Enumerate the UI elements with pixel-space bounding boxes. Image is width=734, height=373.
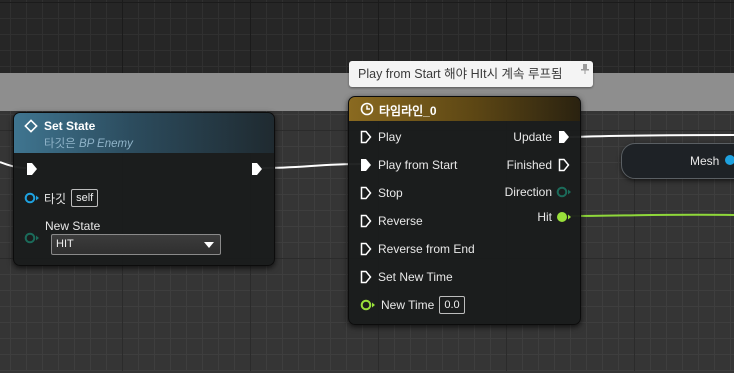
chevron-down-icon [204,242,214,248]
subtitle-prefix: 타깃은 [44,138,79,150]
input-reverse-from-end-label: Reverse from End [378,242,475,256]
output-direction[interactable]: Direction [505,182,572,202]
output-direction-label: Direction [504,185,552,199]
exec-in-pin-icon[interactable] [360,214,372,228]
exec-in-pin-icon[interactable] [360,158,372,172]
pin-icon[interactable] [581,64,589,74]
comment-bubble[interactable]: Play from Start 해야 HIt시 계속 루프됨 [349,61,593,87]
new-state-label: New State [45,219,101,233]
input-new-time[interactable]: New Time 0.0 [360,295,465,315]
input-stop-label: Stop [378,186,403,200]
exec-in-pin[interactable] [26,162,38,176]
exec-out-pin-icon[interactable] [558,130,570,144]
target-label: 타깃 [44,191,67,206]
output-finished-label: Finished [506,158,552,172]
exec-in-pin-icon[interactable] [360,186,372,200]
function-icon [24,119,38,133]
input-new-time-label: New Time [381,298,435,312]
mesh-variable-node[interactable]: Mesh [621,143,734,179]
set-state-subtitle: 타깃은 BP Enemy [44,135,133,151]
subtitle-class: BP Enemy [78,138,133,150]
set-state-node[interactable]: Set State 타깃은 BP Enemy 타깃 self New State… [13,112,275,266]
output-hit[interactable]: Hit [537,207,572,227]
object-pin-icon[interactable] [24,192,40,204]
target-value-field[interactable]: self [71,189,99,207]
output-update[interactable]: Update [513,127,570,147]
output-update-label: Update [513,130,552,144]
timeline-node[interactable]: 타임라인_0 Play Play from Start Stop Reverse… [348,96,581,325]
mesh-label: Mesh [690,154,720,168]
output-hit-label: Hit [537,210,552,224]
exec-out-pin[interactable] [251,162,263,176]
input-play[interactable]: Play [360,127,401,147]
clock-icon [360,102,374,116]
set-state-title: Set State [44,119,96,133]
input-play-from-start[interactable]: Play from Start [360,155,457,175]
input-reverse-label: Reverse [378,214,423,228]
output-finished[interactable]: Finished [507,155,570,175]
float-pin-icon[interactable] [360,299,376,311]
input-play-from-start-label: Play from Start [378,158,458,172]
exec-wire-update-out[interactable] [569,134,734,138]
input-reverse-from-end[interactable]: Reverse from End [360,239,475,259]
timeline-title: 타임라인_0 [379,104,437,118]
input-play-label: Play [378,130,402,144]
input-stop[interactable]: Stop [360,183,403,203]
float-wire-hit-out[interactable] [567,213,734,217]
new-time-value-field[interactable]: 0.0 [439,296,465,314]
exec-in-pin-icon[interactable] [360,130,372,144]
enum-pin-icon[interactable] [556,186,572,198]
new-state-value: HIT [56,238,74,250]
new-state-dropdown[interactable]: HIT [51,234,221,255]
object-pin-icon[interactable] [724,154,734,166]
exec-out-pin-icon[interactable] [558,158,570,172]
input-set-new-time[interactable]: Set New Time [360,267,453,287]
comment-text: Play from Start 해야 HIt시 계속 루프됨 [358,67,563,81]
input-reverse[interactable]: Reverse [360,211,423,231]
input-set-new-time-label: Set New Time [378,270,453,284]
float-pin-icon[interactable] [556,211,572,223]
enum-pin-icon[interactable] [24,232,40,244]
exec-wire-setstate-to-playfromstart[interactable] [261,163,363,169]
exec-in-pin-icon[interactable] [360,242,372,256]
target-pin-row: 타깃 self [24,188,99,208]
exec-in-pin-icon[interactable] [360,270,372,284]
